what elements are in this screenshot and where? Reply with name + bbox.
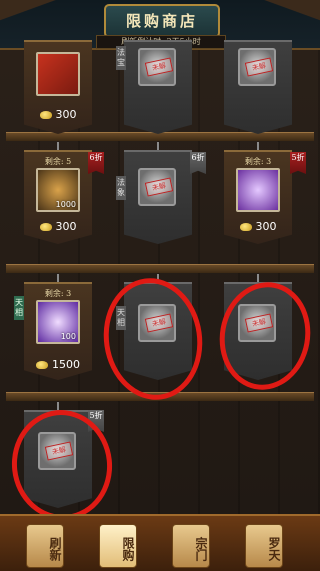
roof-left [0,0,100,30]
discount-badge: 5折 [290,152,306,174]
shop-item-card[interactable]: 剩余: 3 300 [224,150,292,244]
discount-badge: 6折 [190,152,206,174]
nav-luotian-button[interactable]: 罗天 [245,524,283,568]
hanging-pin [157,142,159,150]
hanging-pin [57,402,59,410]
item-quantity: 100 [60,332,76,341]
bottom-nav: 刷新 限购 宗门 罗天 [0,514,320,571]
hanging-pin [257,274,259,282]
shop-item-card[interactable]: 300 [24,40,92,134]
category-tag: 法宝 [116,46,126,70]
hanging-pin [57,274,59,282]
roof-right [220,0,320,30]
price-value: 300 [55,108,77,121]
shop-item-card[interactable]: 剩余: 5 1000 300 [24,150,92,244]
page-title: 限购商店 [104,4,220,38]
gold-seal-icon: 1000 [36,168,80,212]
purple-vase-icon [236,168,280,212]
red-book-icon [36,52,80,96]
purple-star-icon: 100 [36,300,80,344]
gold-ingot-icon [39,223,52,231]
nav-limited-button[interactable]: 限购 [99,524,137,568]
nav-refresh-button[interactable]: 刷新 [26,524,64,568]
remaining-count: 剩余: 3 [244,157,272,166]
hanging-pin [57,142,59,150]
gold-ingot-icon [39,111,52,119]
price-tag: 1500 [24,358,92,371]
category-tag: 天相 [14,296,24,320]
price-value: 300 [55,220,77,233]
price-tag: 300 [24,108,92,121]
price-value: 300 [255,220,277,233]
gold-ingot-icon [36,361,48,369]
locked-item-card[interactable]: 未解 [124,150,192,244]
price-tag: 300 [24,220,92,233]
locked-item-card[interactable]: 未解 [124,40,192,134]
remaining-count: 剩余: 5 [44,157,72,166]
locked-item-card[interactable]: 未解 [224,40,292,134]
item-quantity: 1000 [55,200,76,209]
price-tag: 300 [224,220,292,233]
hanging-pin [257,142,259,150]
remaining-count: 剩余: 3 [44,289,72,298]
nav-sect-button[interactable]: 宗门 [172,524,210,568]
gold-ingot-icon [239,223,252,231]
discount-badge: 6折 [88,152,104,174]
price-value: 1500 [52,358,80,371]
shelf [6,264,314,273]
shop-item-card[interactable]: 剩余: 3 100 1500 [24,282,92,380]
category-tag: 法象 [116,176,126,200]
